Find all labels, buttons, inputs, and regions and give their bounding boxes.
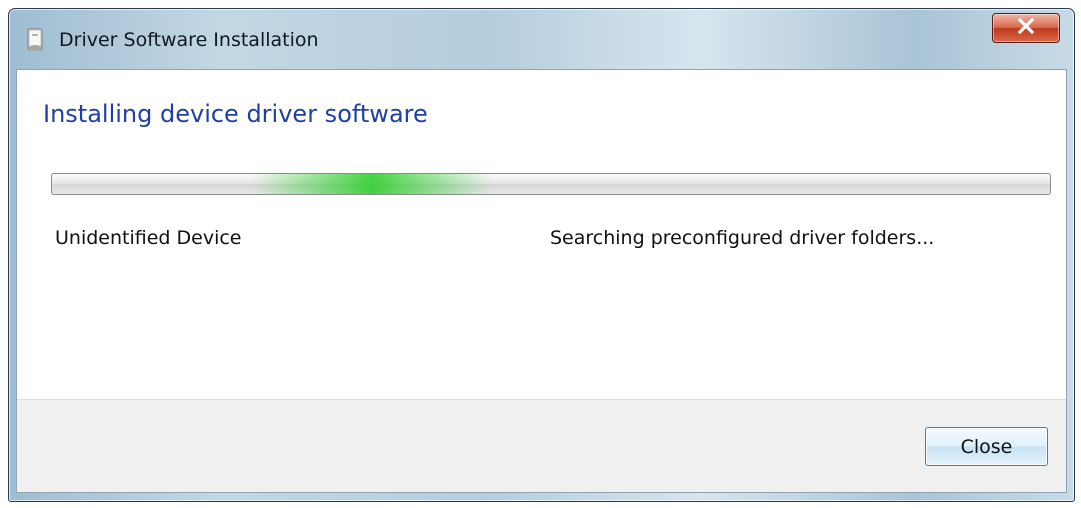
device-name: Unidentified Device [55,227,242,249]
status-text: Searching preconfigured driver folders..… [550,227,935,249]
close-x-icon [1016,17,1036,38]
driver-installation-icon [23,27,49,53]
dialog-window: Driver Software Installation Installing … [8,8,1075,502]
window-title: Driver Software Installation [59,29,319,51]
progress-bar [51,173,1051,195]
page-title: Installing device driver software [43,100,428,128]
dialog-content: Installing device driver software Uniden… [16,69,1067,493]
close-button[interactable]: Close [925,427,1048,466]
title-bar[interactable]: Driver Software Installation [9,9,1074,69]
window-close-button[interactable] [992,13,1060,43]
dialog-footer: Close [17,399,1066,492]
progress-marquee [252,174,492,194]
